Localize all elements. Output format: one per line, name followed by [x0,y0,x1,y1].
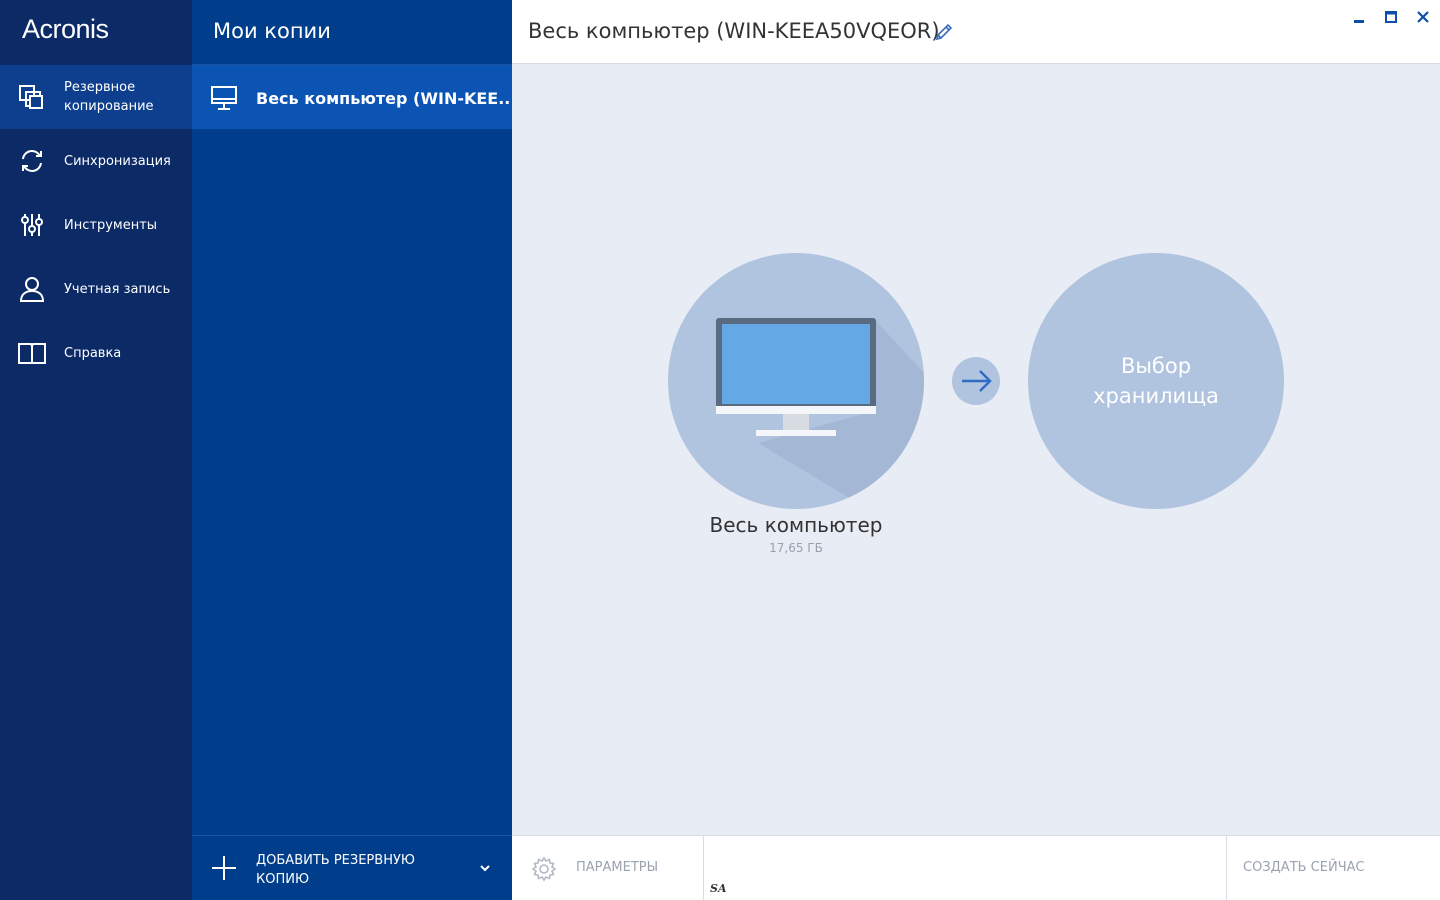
gear-icon [531,856,557,882]
backup-icon [19,85,43,109]
nav-item-tools[interactable]: Инструменты [0,193,192,257]
maximize-icon[interactable] [1382,8,1400,26]
page-title: Весь компьютер (WIN-KEEA50VQEOR) [528,19,940,43]
nav-item-label: Учетная запись [64,281,171,297]
nav-item-help[interactable]: Справка [0,321,192,385]
monitor-icon [211,86,237,110]
computer-icon [716,318,924,509]
backup-item-label: Весь компьютер (WIN-KEE... [256,89,517,108]
minimize-icon[interactable] [1350,8,1368,26]
backups-panel: Мои копии Весь компьютер (WIN-KEE... ДОБ… [192,0,516,900]
divider [703,836,704,900]
watermark: SA [710,882,727,895]
help-book-icon [18,343,46,364]
header: Весь компьютер (WIN-KEEA50VQEOR) [512,0,1440,64]
destination-label: Выбор хранилища [1093,354,1219,408]
create-now-label: СОЗДАТЬ СЕЙЧАС [1243,860,1365,875]
nav-item-label: Инструменты [64,217,158,233]
arrow-button[interactable] [952,357,1000,405]
nav-item-backup[interactable]: Резервное копирование [0,65,192,129]
nav-item-label: Справка [64,345,122,361]
add-backup-label: ДОБАВИТЬ РЕЗЕРВНУЮ КОПИЮ [256,853,415,887]
parameters-button[interactable]: ПАРАМЕТРЫ [512,836,704,900]
destination-circle[interactable]: Выбор хранилища [1028,253,1284,509]
acronis-logo: Acronis [22,14,109,44]
main-nav: Acronis Резервное копирование Синхрониза… [0,0,192,900]
nav-item-sync[interactable]: Синхронизация [0,129,192,193]
source-circle[interactable] [668,253,924,509]
source-label: Весь компьютер [709,513,883,537]
account-icon [19,277,45,302]
close-icon[interactable] [1414,8,1432,26]
edit-pencil-icon[interactable] [934,22,954,42]
nav-item-label: Синхронизация [64,153,171,169]
nav-item-account[interactable]: Учетная запись [0,257,192,321]
create-now-button[interactable]: СОЗДАТЬ СЕЙЧАС [1227,836,1440,900]
chevron-down-icon[interactable] [478,862,492,874]
arrow-right-icon [962,370,992,392]
parameters-label: ПАРАМЕТРЫ [576,860,659,875]
backups-title: Мои копии [213,19,331,43]
nav-item-label: Резервное копирование [64,80,154,114]
source-size: 17,65 ГБ [769,541,823,555]
plus-icon [212,856,236,880]
footer-bar: ПАРАМЕТРЫ SA СОЗДАТЬ СЕЙЧАС [512,835,1440,900]
backup-item-whole-computer[interactable]: Весь компьютер (WIN-KEE... [192,65,516,129]
main-panel: Весь компьютер (WIN-KEEA50VQEOR) Выбор х… [512,0,1440,900]
sync-icon [22,150,42,172]
tools-icon [21,214,43,236]
add-backup-button[interactable]: ДОБАВИТЬ РЕЗЕРВНУЮ КОПИЮ [192,835,512,900]
